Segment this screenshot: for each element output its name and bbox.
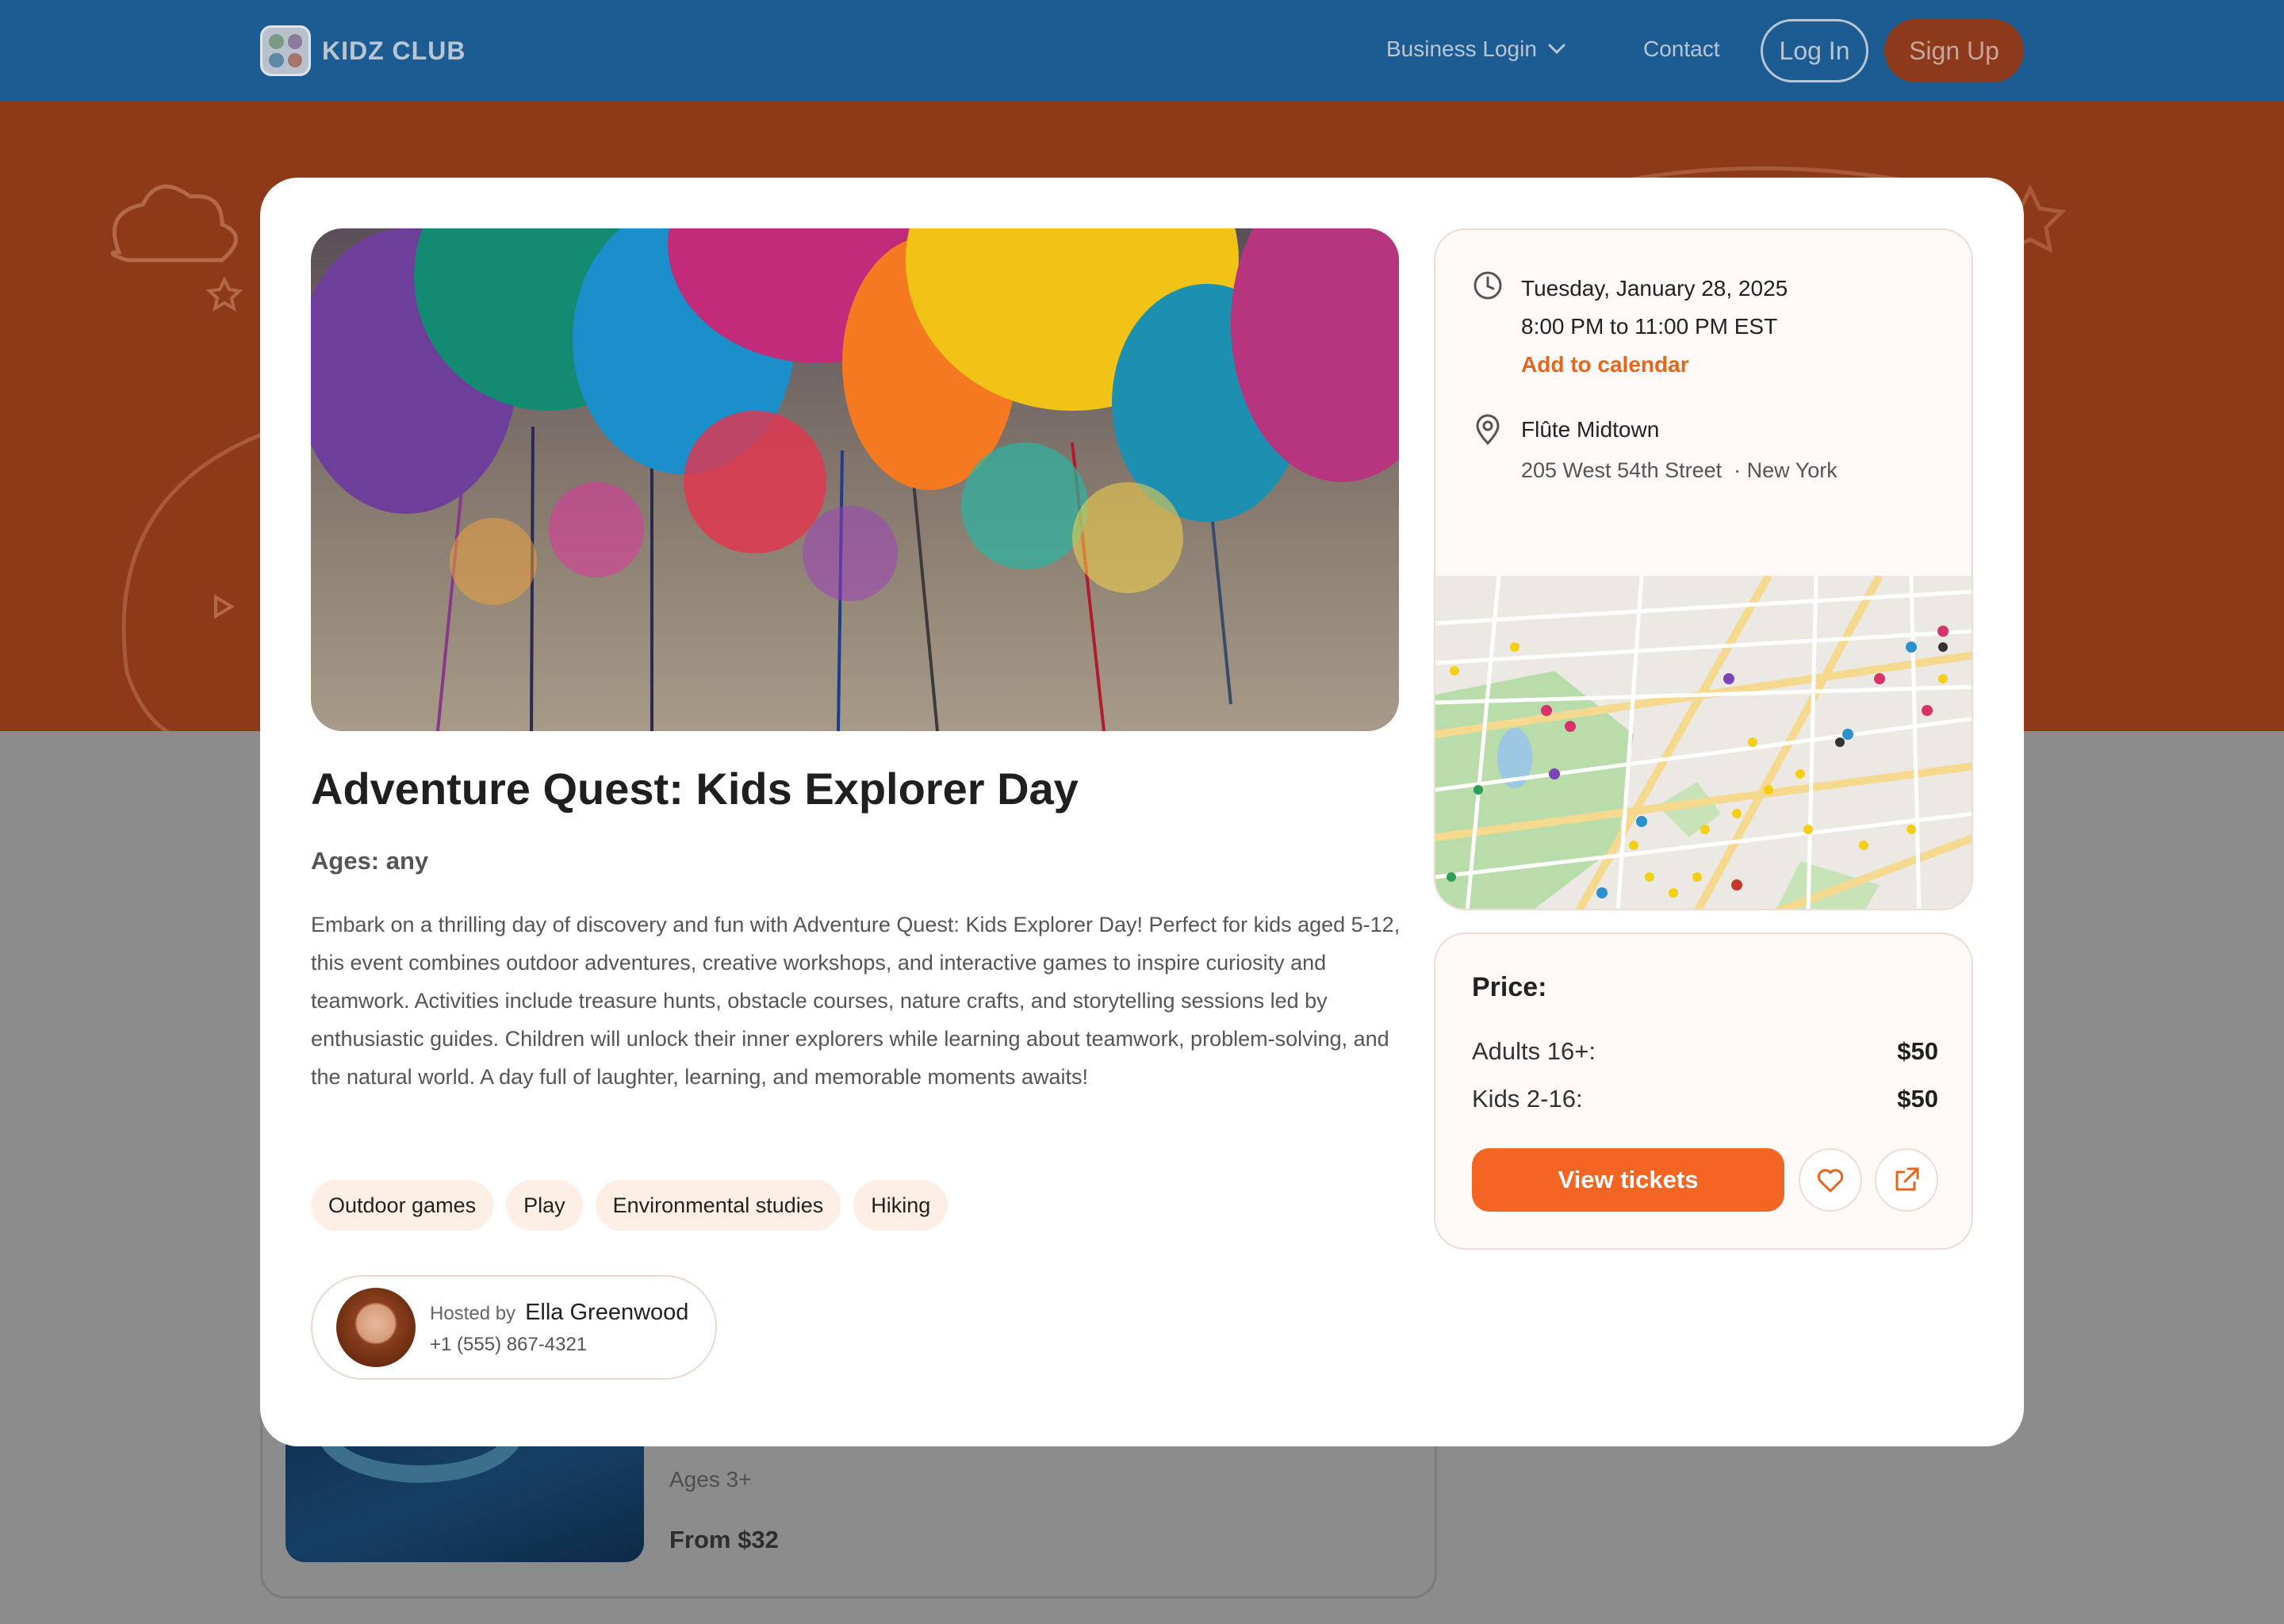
- host-phone: +1 (555) 867-4321: [430, 1333, 588, 1355]
- heart-icon: [1817, 1169, 1844, 1193]
- chevron-down-icon: [1548, 44, 1565, 55]
- host-avatar: [336, 1288, 416, 1367]
- add-to-calendar-link[interactable]: Add to calendar: [1521, 352, 1788, 377]
- favorite-button[interactable]: [1799, 1148, 1862, 1212]
- event-detail-modal: Adventure Quest: Kids Explorer Day Ages:…: [260, 178, 2024, 1446]
- contact-link[interactable]: Contact: [1643, 36, 1720, 62]
- background-event-ages: Ages 3+: [669, 1467, 752, 1492]
- brand-name: KIDZ CLUB: [322, 36, 466, 65]
- event-balloons-image: [311, 228, 1399, 731]
- business-login-label: Business Login: [1386, 36, 1537, 61]
- signup-button[interactable]: Sign Up: [1884, 19, 2024, 82]
- map-pin-icon: [1476, 414, 1500, 446]
- price-row-adults: Adults 16+: $50: [1472, 1037, 1938, 1066]
- price-label-kids: Kids 2-16:: [1472, 1085, 1583, 1113]
- date-time-row: Tuesday, January 28, 2025 8:00 PM to 11:…: [1472, 270, 1788, 377]
- external-link-icon: [1895, 1167, 1919, 1191]
- event-time: 8:00 PM to 11:00 PM EST: [1521, 314, 1778, 339]
- event-date: Tuesday, January 28, 2025: [1521, 276, 1788, 301]
- tag-outdoor-games[interactable]: Outdoor games: [311, 1180, 494, 1231]
- balloons-illustration: [311, 228, 1399, 731]
- location-map[interactable]: [1435, 576, 1972, 909]
- price-row-kids: Kids 2-16: $50: [1472, 1085, 1938, 1113]
- tag-environmental-studies[interactable]: Environmental studies: [595, 1180, 841, 1231]
- top-navbar: KIDZ CLUB Business Login Contact Log In …: [0, 0, 2284, 102]
- price-title: Price:: [1472, 972, 1547, 1002]
- clock-icon: [1473, 271, 1502, 300]
- host-name: Ella Greenwood: [525, 1299, 689, 1325]
- brand-logo[interactable]: KIDZ CLUB: [260, 25, 466, 76]
- host-card[interactable]: Hosted by Ella Greenwood +1 (555) 867-43…: [311, 1275, 717, 1380]
- event-ages: Ages: any: [311, 847, 429, 875]
- venue-address: 205 West 54th Street: [1521, 458, 1723, 482]
- business-login-menu[interactable]: Business Login: [1386, 36, 1565, 62]
- background-event-price: From $32: [669, 1526, 779, 1553]
- event-tags: Outdoor games Play Environmental studies…: [311, 1180, 948, 1231]
- map-illustration: [1435, 576, 1972, 909]
- event-title: Adventure Quest: Kids Explorer Day: [311, 764, 1079, 814]
- hosted-by-label: Hosted by: [430, 1302, 516, 1324]
- tag-play[interactable]: Play: [506, 1180, 583, 1231]
- event-description: Embark on a thrilling day of discovery a…: [311, 913, 1401, 1089]
- location-row: Flûte Midtown 205 West 54th Street · New…: [1472, 414, 1838, 483]
- event-info-card: Tuesday, January 28, 2025 8:00 PM to 11:…: [1434, 228, 1973, 910]
- venue-name: Flûte Midtown: [1521, 417, 1660, 442]
- price-value-adults: $50: [1897, 1037, 1938, 1065]
- price-label-adults: Adults 16+:: [1472, 1037, 1596, 1065]
- login-button[interactable]: Log In: [1761, 19, 1868, 82]
- share-button[interactable]: [1875, 1148, 1938, 1212]
- price-card: Price: Adults 16+: $50 Kids 2-16: $50 Vi…: [1434, 933, 1973, 1250]
- venue-city: · New York: [1734, 458, 1838, 482]
- price-value-kids: $50: [1897, 1085, 1938, 1113]
- view-tickets-button[interactable]: View tickets: [1472, 1148, 1784, 1212]
- logo-icon: [260, 25, 311, 76]
- tag-hiking[interactable]: Hiking: [853, 1180, 948, 1231]
